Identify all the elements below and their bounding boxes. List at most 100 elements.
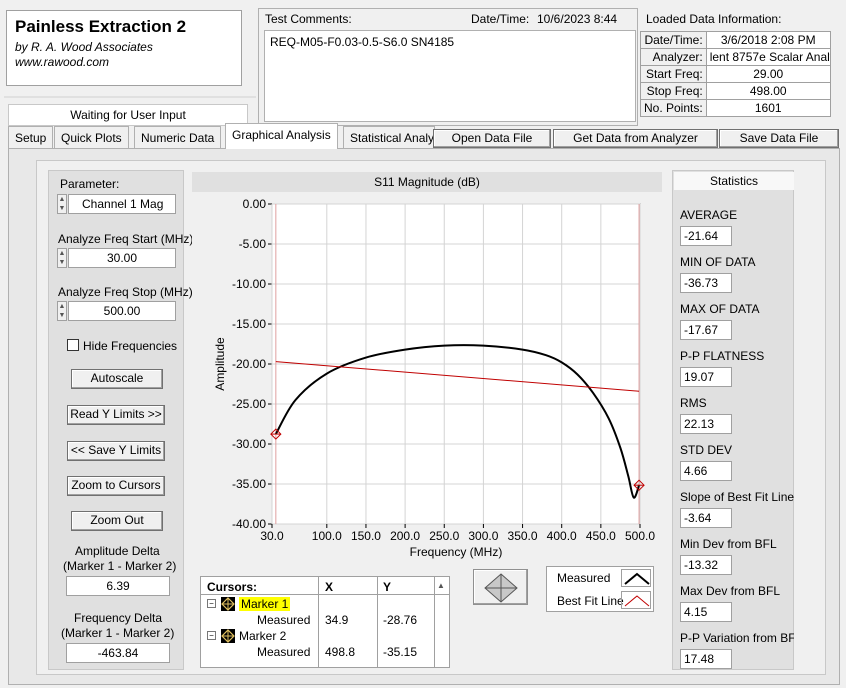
info-value: lent 8757e Scalar Analy — [705, 48, 831, 66]
info-value: 29.00 — [705, 65, 831, 83]
stat-value: 17.48 — [680, 649, 732, 669]
stat-value: 4.15 — [680, 602, 732, 622]
y-tick-label: -20.00 — [232, 357, 266, 371]
x-tick-label: 300.0 — [468, 529, 498, 543]
stat-value: 22.13 — [680, 414, 732, 434]
zoom-to-cursors-button[interactable]: Zoom to Cursors — [67, 476, 165, 496]
app-title: Painless Extraction 2 — [15, 17, 187, 36]
info-key: No. Points: — [640, 99, 707, 117]
tab-numeric-data[interactable]: Numeric Data — [134, 126, 222, 148]
tab-quick-plots[interactable]: Quick Plots — [54, 126, 129, 148]
scroll-up-icon[interactable]: ▲ — [437, 581, 447, 591]
y-tick-label: -35.00 — [232, 477, 266, 491]
freq-start-input[interactable]: 30.00 — [68, 248, 176, 268]
stat-label: P-P Variation from BF — [680, 631, 794, 645]
hide-frequencies-label: Hide Frequencies — [83, 339, 178, 353]
separator — [4, 96, 256, 98]
freq-stop-spinner[interactable]: ▲ ▼ — [57, 301, 67, 321]
freq-start-spinner[interactable]: ▲ ▼ — [57, 248, 67, 268]
app-url: www.rawood.com — [15, 55, 110, 69]
x-tick-label: 200.0 — [390, 529, 420, 543]
stat-label: P-P FLATNESS — [680, 349, 765, 363]
collapse-icon[interactable]: − — [207, 599, 216, 608]
plot-area: 0.00 -5.00 -10.00 -15.00 -20.00 -25.00 -30.00 -… — [192, 192, 662, 568]
info-row: Start Freq: 29.00 — [640, 65, 831, 83]
stat-label: STD DEV — [680, 443, 733, 457]
info-key: Analyzer: — [640, 48, 707, 66]
autoscale-button[interactable]: Autoscale — [71, 369, 163, 389]
app-subtitle: by R. A. Wood Associates — [15, 40, 153, 54]
frequency-delta-sublabel: (Marker 1 - Marker 2) — [61, 626, 175, 640]
get-data-from-analyzer-button[interactable]: Get Data from Analyzer — [553, 129, 718, 148]
marker-2-x: 498.8 — [325, 645, 356, 659]
x-tick-label: 500.0 — [625, 529, 655, 543]
tab-statistical-analysis[interactable]: Statistical Analy — [343, 126, 435, 148]
test-comments-input[interactable]: REQ-M05-F0.03-0.5-S6.0 SN4185 — [264, 30, 636, 122]
y-tick-label: -30.00 — [232, 437, 266, 451]
column-divider — [377, 577, 378, 667]
marker-2-y: -35.15 — [383, 645, 418, 659]
marker-2-icon — [221, 629, 235, 643]
info-value: 498.00 — [705, 82, 831, 100]
parameter-label: Parameter: — [60, 177, 120, 191]
freq-start-label: Analyze Freq Start (MHz) — [58, 232, 194, 246]
cursor-header-y: Y — [383, 580, 392, 594]
frequency-delta-value: -463.84 — [66, 643, 170, 663]
column-divider — [434, 577, 435, 667]
collapse-icon[interactable]: − — [207, 631, 216, 640]
stat-value: -3.64 — [680, 508, 732, 528]
parameter-select[interactable]: Channel 1 Mag — [68, 194, 176, 214]
info-key: Stop Freq: — [640, 82, 707, 100]
amplitude-delta-sublabel: (Marker 1 - Marker 2) — [63, 559, 177, 573]
x-tick-label: 100.0 — [312, 529, 342, 543]
cursor-move-control[interactable] — [473, 569, 528, 605]
stat-value: -36.73 — [680, 273, 732, 293]
tab-graphical-analysis[interactable]: Graphical Analysis — [225, 123, 338, 149]
stat-label: MAX OF DATA — [680, 302, 760, 316]
marker-1-y: -28.76 — [383, 613, 418, 627]
x-tick-label: 450.0 — [586, 529, 616, 543]
app-title-box: Painless Extraction 2 by R. A. Wood Asso… — [6, 10, 242, 86]
stat-value: 4.66 — [680, 461, 732, 481]
cursor-table[interactable]: Cursors: X Y ▲ − Marker 1 Measured 34.9 … — [200, 576, 450, 668]
info-row: Analyzer: lent 8757e Scalar Analy — [640, 48, 831, 66]
amplitude-delta-value: 6.39 — [66, 576, 170, 596]
info-row: Date/Time: 3/6/2018 2:08 PM — [640, 31, 831, 49]
status-indicator: Waiting for User Input — [8, 104, 248, 126]
save-y-limits-button[interactable]: << Save Y Limits — [67, 441, 165, 461]
info-value: 3/6/2018 2:08 PM — [705, 31, 831, 49]
zoom-out-button[interactable]: Zoom Out — [71, 511, 163, 531]
marker-1-icon — [221, 597, 235, 611]
graph[interactable]: 0.00 -5.00 -10.00 -15.00 -20.00 -25.00 -30.00 -… — [192, 192, 662, 568]
open-data-file-button[interactable]: Open Data File — [433, 129, 551, 148]
stat-label: RMS — [680, 396, 707, 410]
tab-setup[interactable]: Setup — [8, 126, 54, 148]
x-tick-label: 250.0 — [429, 529, 459, 543]
chart-title: S11 Magnitude (dB) — [192, 172, 662, 192]
save-data-file-button[interactable]: Save Data File — [719, 129, 839, 148]
x-tick-label: 350.0 — [508, 529, 538, 543]
stat-value: -17.67 — [680, 320, 732, 340]
statistics-title: Statistics — [674, 172, 794, 190]
info-key: Start Freq: — [640, 65, 707, 83]
marker-2-label[interactable]: Marker 2 — [239, 629, 286, 643]
plot-legend: Measured Best Fit Line — [546, 566, 654, 612]
legend-bfl-swatch[interactable] — [621, 591, 651, 609]
datetime-value: 10/6/2023 8:44 — [537, 12, 618, 26]
marker-1-label[interactable]: Marker 1 — [239, 597, 291, 611]
loaded-info-label: Loaded Data Information: — [646, 12, 782, 26]
x-tick-label: 400.0 — [547, 529, 577, 543]
hide-frequencies-checkbox[interactable] — [67, 339, 79, 351]
info-row: No. Points: 1601 — [640, 99, 831, 117]
stat-label: Slope of Best Fit Line — [680, 490, 795, 504]
stat-label: Min Dev from BFL — [680, 537, 777, 551]
stat-value: -21.64 — [680, 226, 732, 246]
x-tick-label: 150.0 — [351, 529, 381, 543]
read-y-limits-button[interactable]: Read Y Limits >> — [67, 405, 165, 425]
marker-2-series: Measured — [257, 645, 311, 659]
parameter-spinner[interactable]: ▲ ▼ — [57, 194, 67, 214]
legend-measured-swatch[interactable] — [621, 569, 651, 587]
freq-stop-input[interactable]: 500.00 — [68, 301, 176, 321]
cursor-header-name: Cursors: — [207, 580, 258, 594]
y-tick-label: -5.00 — [239, 237, 267, 251]
